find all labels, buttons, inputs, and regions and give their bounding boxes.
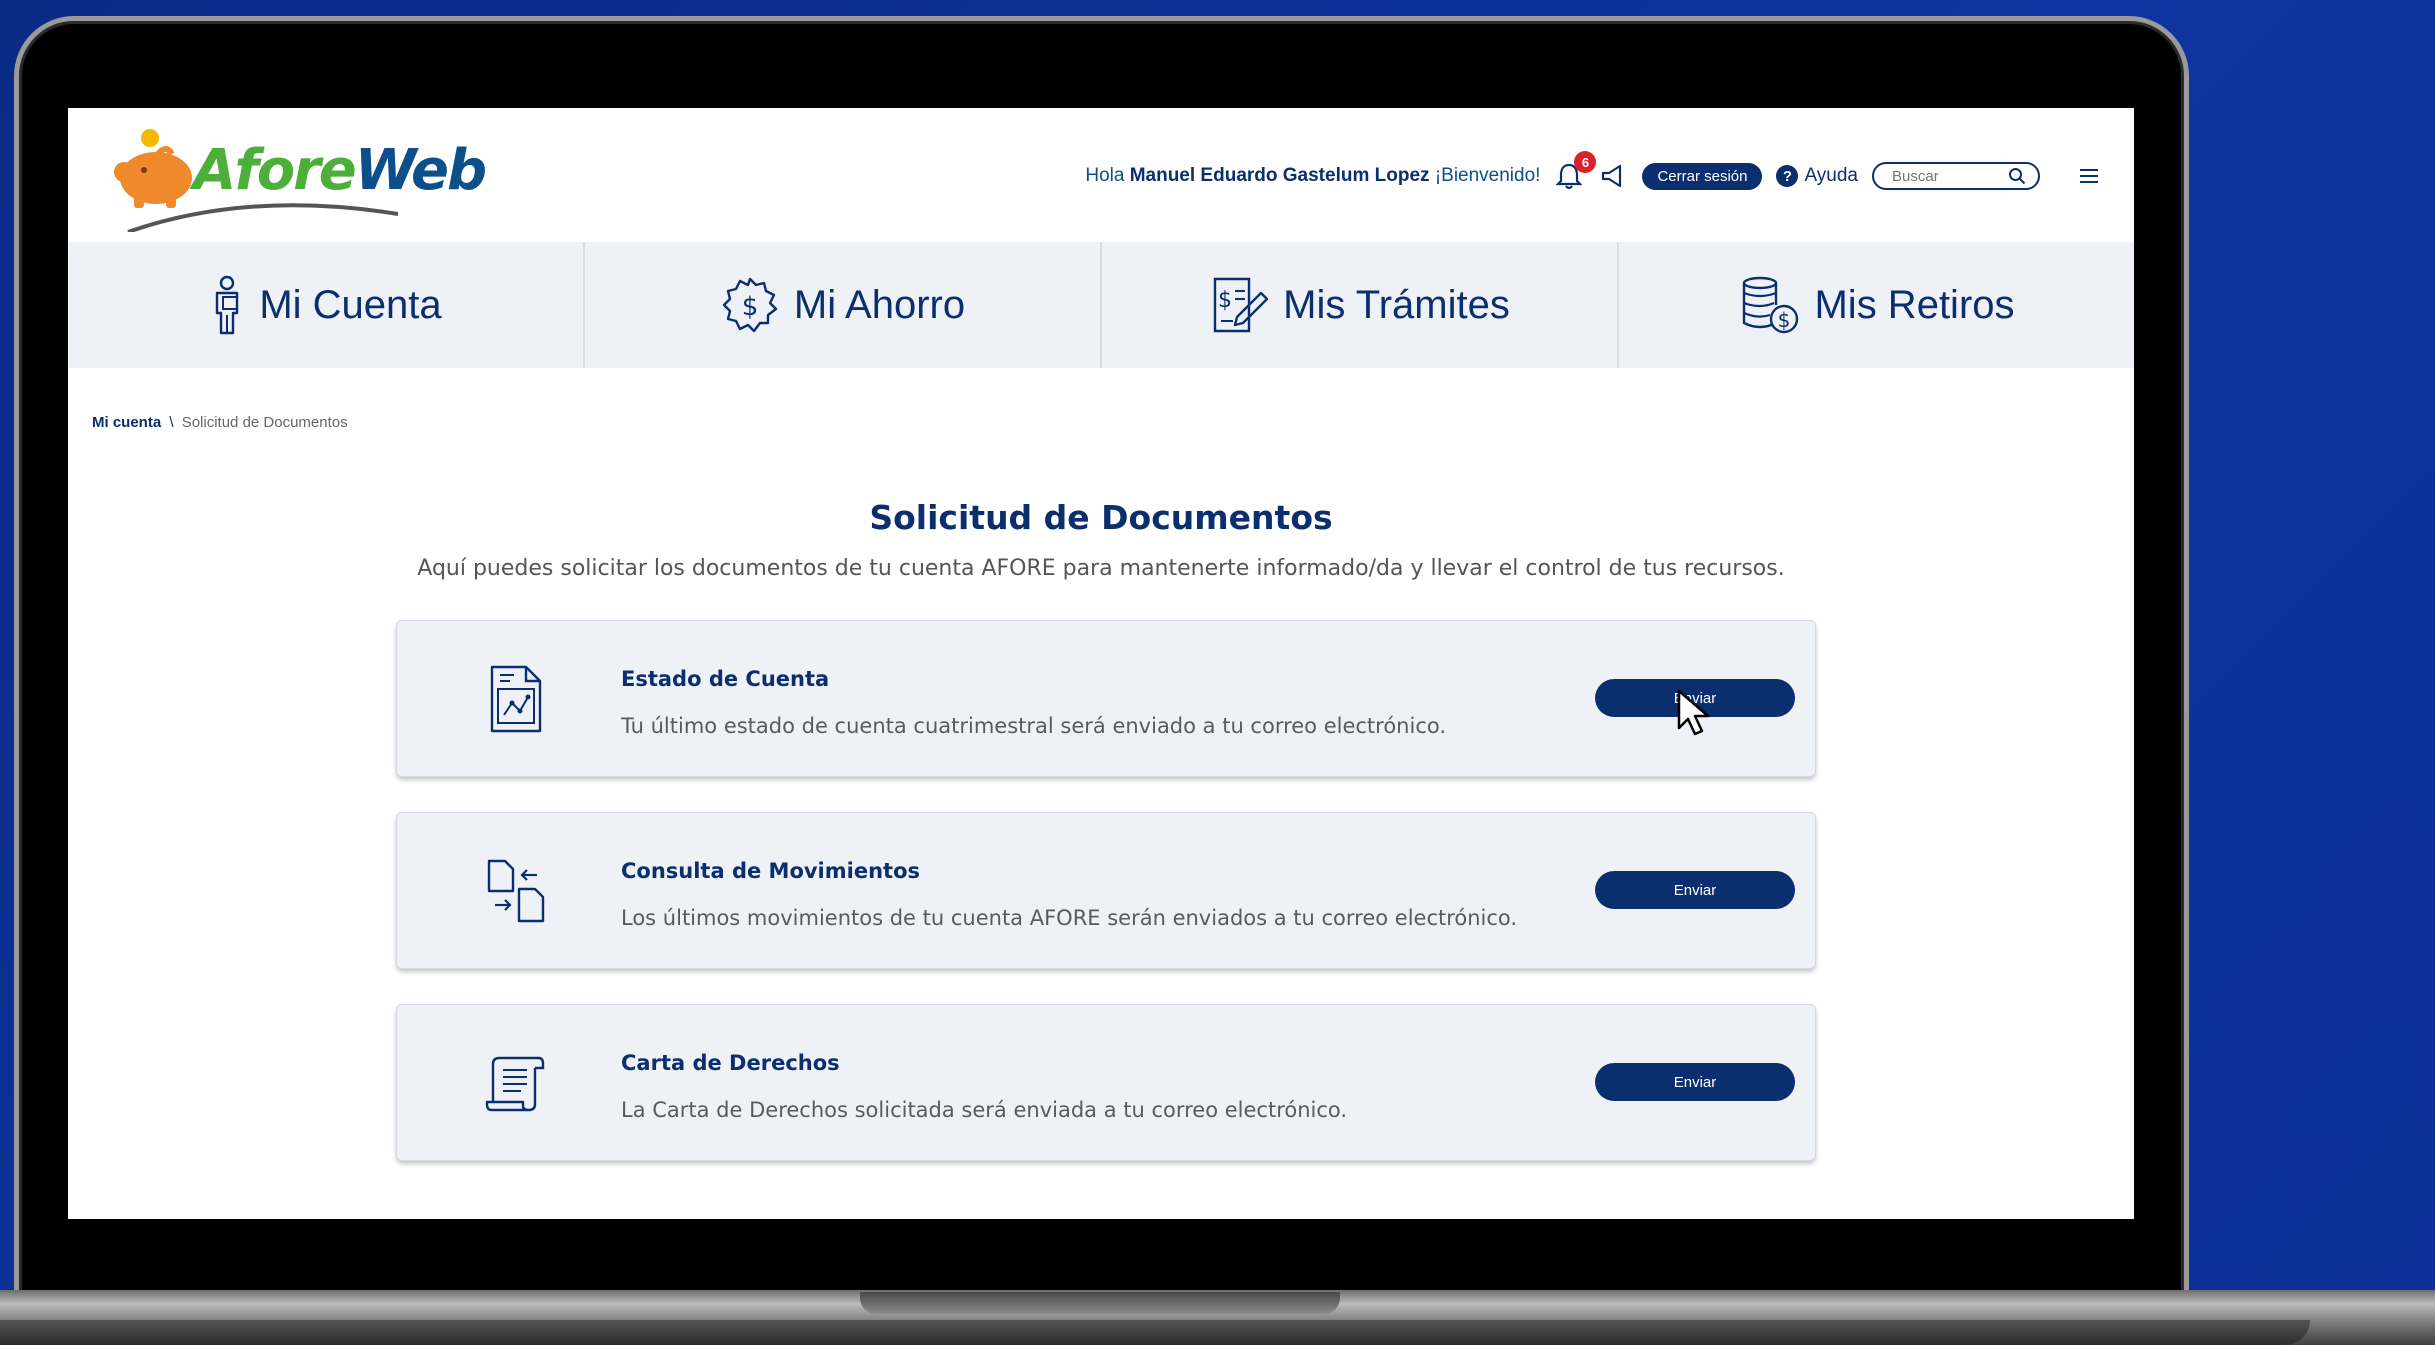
- card-description: La Carta de Derechos solicitada será env…: [621, 1098, 1348, 1122]
- person-document-icon: [216, 275, 239, 335]
- greeting-suffix: ¡Bienvenido!: [1434, 165, 1541, 186]
- help-label: Ayuda: [1804, 165, 1858, 186]
- coins-stack-icon: $: [1743, 276, 1799, 334]
- header-actions: Hola Manuel Eduardo Gastelum Lopez ¡Bien…: [1085, 151, 2098, 192]
- aforeweb-logo[interactable]: AforeWeb: [98, 120, 487, 234]
- document-cards: Estado de Cuenta Tu último estado de cue…: [396, 620, 1816, 1196]
- greeting: Hola Manuel Eduardo Gastelum Lopez ¡Bien…: [1085, 165, 1540, 187]
- document-pen-icon: $: [1213, 277, 1269, 333]
- page-subtitle: Aquí puedes solicitar los documentos de …: [417, 556, 1785, 581]
- notifications-button[interactable]: 6: [1554, 151, 1597, 191]
- logout-button[interactable]: Cerrar sesión: [1642, 162, 1763, 190]
- breadcrumb-root-link[interactable]: Mi cuenta: [92, 414, 161, 431]
- document-transfer-icon: [485, 853, 547, 929]
- card-title: Carta de Derechos: [621, 1051, 840, 1075]
- search-icon[interactable]: [2008, 167, 2026, 185]
- svg-text:$: $: [742, 292, 759, 322]
- card-description: Tu último estado de cuenta cuatrimestral…: [621, 714, 1447, 738]
- help-icon: ?: [1776, 165, 1799, 187]
- help-link[interactable]: ? Ayuda: [1776, 165, 1858, 187]
- card-estado-de-cuenta: Estado de Cuenta Tu último estado de cue…: [396, 620, 1816, 777]
- nav-item-mi-ahorro[interactable]: $ Mi Ahorro: [585, 242, 1102, 368]
- nav-item-mi-cuenta[interactable]: Mi Cuenta: [68, 242, 585, 368]
- site-header: AforeWeb Hola Manuel Eduardo Gastelum Lo…: [68, 108, 2134, 242]
- money-circle-icon: $: [722, 277, 778, 333]
- scroll-icon: [485, 1045, 547, 1121]
- logo-wordmark: AforeWeb: [193, 138, 487, 203]
- laptop-notch: [860, 1292, 1340, 1314]
- nav-label: Mis Trámites: [1283, 282, 1510, 327]
- svg-text:$: $: [1778, 308, 1791, 332]
- send-button[interactable]: Enviar: [1595, 871, 1795, 909]
- statement-chart-icon: [485, 661, 547, 737]
- search-input[interactable]: [1892, 167, 1992, 185]
- user-name: Manuel Eduardo Gastelum Lopez: [1129, 165, 1430, 186]
- page-title: Solicitud de Documentos: [869, 498, 1333, 537]
- announcements-button[interactable]: [1598, 161, 1628, 191]
- breadcrumb: Mi cuenta \ Solicitud de Documentos: [92, 414, 348, 431]
- megaphone-icon: [1602, 164, 1622, 188]
- main-nav: Mi Cuenta $ Mi Ahorro $ Mis Trámites $ M…: [68, 242, 2134, 368]
- card-carta-de-derechos: Carta de Derechos La Carta de Derechos s…: [396, 1004, 1816, 1161]
- nav-label: Mis Retiros: [1814, 282, 2015, 327]
- svg-text:$: $: [1218, 288, 1232, 313]
- notification-badge: 6: [1574, 151, 1597, 173]
- card-title: Estado de Cuenta: [621, 667, 830, 691]
- nav-label: Mi Cuenta: [259, 282, 442, 327]
- send-button[interactable]: Enviar: [1595, 1063, 1795, 1101]
- breadcrumb-separator: \: [169, 414, 174, 431]
- breadcrumb-current: Solicitud de Documentos: [181, 414, 348, 431]
- card-description: Los últimos movimientos de tu cuenta AFO…: [621, 906, 1518, 930]
- nav-label: Mi Ahorro: [793, 282, 966, 327]
- browser-screen: AforeWeb Hola Manuel Eduardo Gastelum Lo…: [68, 108, 2134, 1219]
- laptop-base-bottom: [0, 1320, 2310, 1345]
- card-title: Consulta de Movimientos: [621, 859, 920, 883]
- nav-item-mis-retiros[interactable]: $ Mis Retiros: [1619, 242, 2134, 368]
- card-consulta-de-movimientos: Consulta de Movimientos Los últimos movi…: [396, 812, 1816, 969]
- hamburger-menu-icon[interactable]: [2080, 169, 2098, 183]
- greeting-prefix: Hola: [1085, 165, 1125, 186]
- mouse-cursor-icon: [1677, 689, 1710, 736]
- nav-item-mis-tramites[interactable]: $ Mis Trámites: [1102, 242, 1619, 368]
- search-box[interactable]: [1872, 162, 2040, 190]
